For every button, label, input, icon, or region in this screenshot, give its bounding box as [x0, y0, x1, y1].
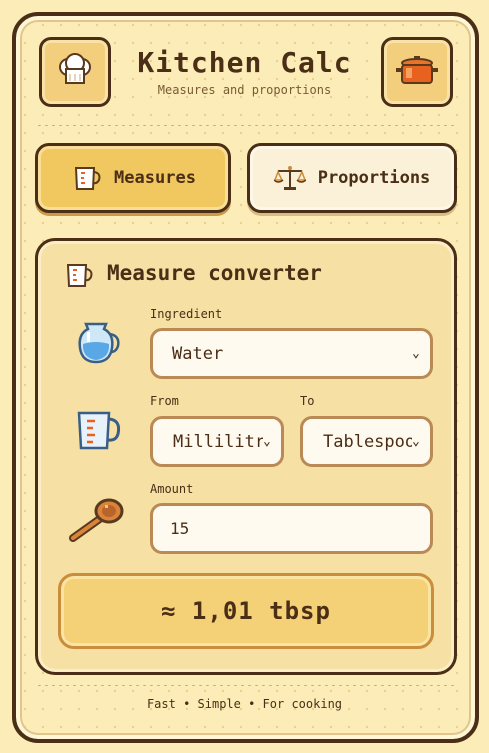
- ingredient-select[interactable]: Water ⌄: [150, 328, 433, 379]
- app-title: Kitchen Calc: [137, 46, 352, 79]
- header-divider: [36, 124, 456, 126]
- chevron-down-icon: ⌄: [263, 434, 271, 449]
- footer-tagline: Fast • Simple • For cooking: [146, 697, 343, 711]
- result-display: ≈ 1,01 tbsp: [58, 573, 434, 649]
- to-label: To: [300, 394, 315, 408]
- tab-measures-label: Measures: [114, 168, 196, 188]
- to-unit-select[interactable]: Tablespoons ⌄: [300, 416, 433, 467]
- spoon-icon: [69, 498, 124, 542]
- from-unit-value: Millilitres: [173, 431, 263, 452]
- from-unit-select[interactable]: Millilitres ⌄: [150, 416, 284, 467]
- measuring-cup-icon: [74, 167, 101, 190]
- footer-divider: [36, 684, 456, 686]
- ingredient-value: Water: [172, 343, 224, 364]
- ingredient-label: Ingredient: [150, 307, 223, 321]
- tab-proportions-label: Proportions: [317, 168, 431, 188]
- panel-title: Measure converter: [107, 261, 322, 285]
- water-jug-icon: [78, 322, 120, 364]
- measuring-cup-icon: [66, 264, 93, 287]
- chevron-down-icon: ⌄: [412, 434, 420, 449]
- measuring-cup-icon: [77, 411, 121, 450]
- amount-value: 15: [170, 519, 190, 538]
- app-subtitle: Measures and proportions: [157, 83, 332, 97]
- to-unit-value: Tablespoons: [323, 431, 412, 452]
- amount-label: Amount: [150, 482, 194, 496]
- from-label: From: [150, 394, 179, 408]
- scales-icon: [273, 166, 306, 190]
- chevron-down-icon: ⌄: [412, 346, 420, 361]
- tab-proportions[interactable]: Proportions: [247, 143, 457, 213]
- amount-input[interactable]: 15: [150, 503, 433, 554]
- tab-measures[interactable]: Measures: [35, 143, 231, 213]
